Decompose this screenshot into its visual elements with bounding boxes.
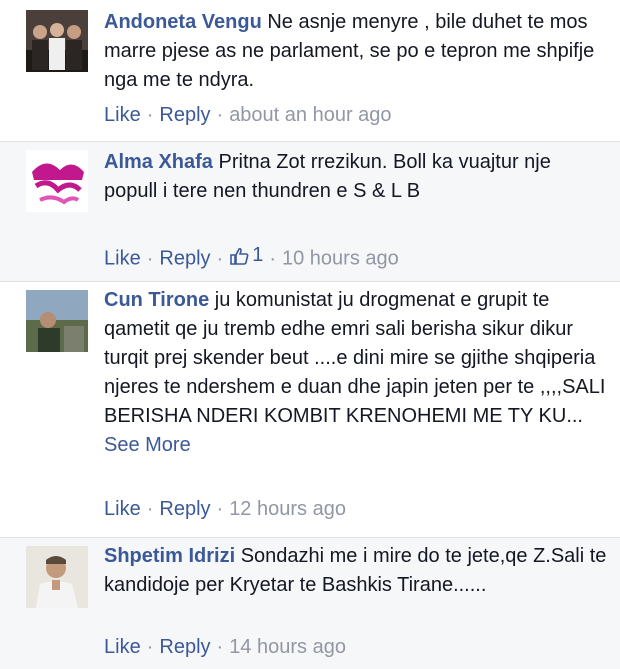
comment-body: Cun Tirone ju komunistat ju drogmenat e … [104,286,608,460]
avatar[interactable] [26,150,88,212]
comment-timestamp[interactable]: about an hour ago [229,104,391,126]
comment-actions: Like · Reply · 14 hours ago [104,636,346,658]
thumbs-up-icon [230,247,249,265]
comment-timestamp[interactable]: 14 hours ago [229,636,346,658]
comment-item: Alma Xhafa Pritna Zot rrezikun. Boll ka … [0,142,620,282]
comment-item: Shpetim Idrizi Sondazhi me i mire do te … [0,538,620,669]
comment-timestamp[interactable]: 12 hours ago [229,498,346,520]
like-link[interactable]: Like [104,636,141,658]
avatar-photo [26,290,88,352]
comment-body: Shpetim Idrizi Sondazhi me i mire do te … [104,542,608,600]
like-link[interactable]: Like [104,248,141,270]
comment-actions: Like · Reply · 12 hours ago [104,498,346,520]
comment-item: Cun Tirone ju komunistat ju drogmenat e … [0,282,620,538]
comment-author[interactable]: Shpetim Idrizi [104,545,235,567]
comment-author[interactable]: Cun Tirone [104,289,209,311]
avatar-photo [26,10,88,72]
see-more-link[interactable]: See More [104,434,191,456]
like-count-value: 1 [252,244,264,266]
avatar[interactable] [26,546,88,608]
comment-author[interactable]: Alma Xhafa [104,151,213,173]
avatar[interactable] [26,10,88,72]
comment-body: Andoneta Vengu Ne asnje menyre , bile du… [104,8,608,95]
reply-link[interactable]: Reply [159,498,210,520]
comment-author[interactable]: Andoneta Vengu [104,11,262,33]
like-count[interactable]: 1 [229,244,263,267]
avatar-photo [26,546,88,608]
comment-item: Andoneta Vengu Ne asnje menyre , bile du… [0,0,620,142]
comment-timestamp[interactable]: 10 hours ago [282,248,399,270]
comment-thread: Andoneta Vengu Ne asnje menyre , bile du… [0,0,620,669]
avatar-photo [26,150,88,212]
comment-body: Alma Xhafa Pritna Zot rrezikun. Boll ka … [104,148,608,206]
reply-link[interactable]: Reply [159,104,210,126]
like-link[interactable]: Like [104,104,141,126]
reply-link[interactable]: Reply [159,248,210,270]
avatar[interactable] [26,290,88,352]
comment-actions: Like · Reply · 1 · 10 hours ago [104,244,399,270]
comment-actions: Like · Reply · about an hour ago [104,104,392,126]
like-link[interactable]: Like [104,498,141,520]
reply-link[interactable]: Reply [159,636,210,658]
